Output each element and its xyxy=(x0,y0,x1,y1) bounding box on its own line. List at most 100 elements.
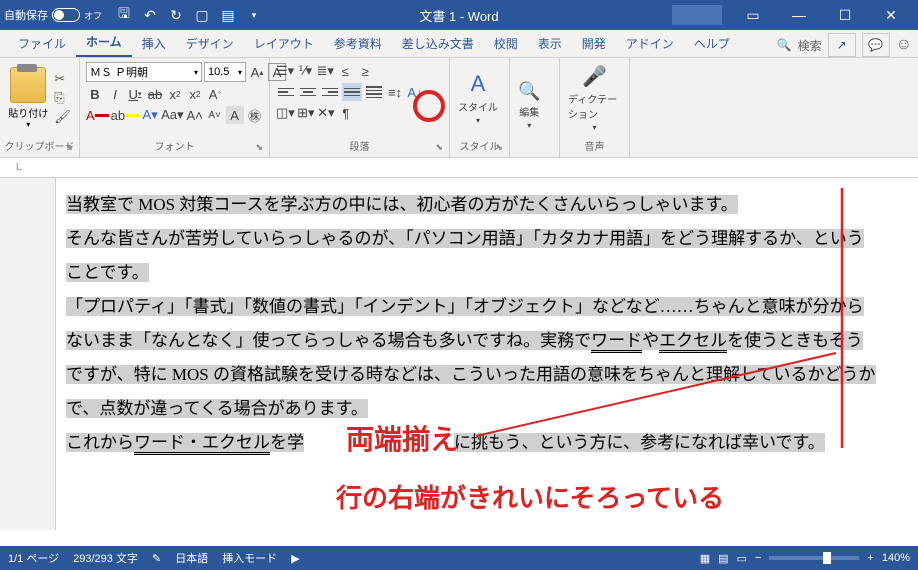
tab-layout[interactable]: レイアウト xyxy=(244,30,324,57)
phonetic-button[interactable]: A𝄐 xyxy=(206,85,224,103)
increase-indent-button[interactable]: ≥ xyxy=(356,62,374,80)
tab-design[interactable]: デザイン xyxy=(176,30,244,57)
zoom-level[interactable]: 140% xyxy=(882,552,910,564)
align-center-button[interactable] xyxy=(298,83,318,101)
paste-dropdown[interactable]: ▾ xyxy=(26,120,30,129)
bold-button[interactable]: B xyxy=(86,85,104,103)
decrease-indent-button[interactable]: ≤ xyxy=(336,62,354,80)
font-color-button[interactable]: A xyxy=(86,106,109,124)
dialog-launcher-icon[interactable]: ⬊ xyxy=(435,142,443,153)
spell-check-icon[interactable]: ✎ xyxy=(152,552,161,565)
paste-button[interactable]: 貼り付け xyxy=(8,105,48,120)
zoom-slider[interactable] xyxy=(769,556,859,560)
distribute-button[interactable] xyxy=(364,83,384,101)
shrink-font2-button[interactable]: A˅ xyxy=(206,106,224,124)
subscript-button[interactable]: x2 xyxy=(166,85,184,103)
borders-button[interactable]: ⊞▾ xyxy=(297,104,315,122)
underline-button[interactable]: U▾ xyxy=(126,85,144,103)
doc-text[interactable]: に挑もう、という方に、参考になれば幸いです。 xyxy=(454,433,825,452)
qat-button-2[interactable]: ▤ xyxy=(216,3,240,27)
align-left-button[interactable] xyxy=(276,83,296,101)
grow-font-button[interactable]: A▴ xyxy=(248,63,266,81)
macro-icon[interactable]: ▶ xyxy=(291,552,299,565)
tab-addins[interactable]: アドイン xyxy=(616,30,684,57)
minimize-button[interactable]: — xyxy=(776,0,822,30)
char-shading-button[interactable]: A xyxy=(226,106,244,124)
doc-text[interactable]: を学 xyxy=(270,433,304,452)
tab-view[interactable]: 表示 xyxy=(528,30,572,57)
bullets-button[interactable]: ☰▾ xyxy=(276,62,294,80)
share-button[interactable]: ↗ xyxy=(828,33,856,57)
dialog-launcher-icon[interactable]: ⬊ xyxy=(495,142,503,153)
doc-text[interactable]: これから xyxy=(66,433,134,452)
tab-insert[interactable]: 挿入 xyxy=(132,30,176,57)
page-status[interactable]: 1/1 ページ xyxy=(8,550,59,566)
sort-button[interactable]: A↓ xyxy=(406,83,424,101)
multilevel-button[interactable]: ≣▾ xyxy=(316,62,334,80)
smiley-icon[interactable]: ☺ xyxy=(896,36,912,54)
search-label[interactable]: 検索 xyxy=(798,37,822,54)
text-effects-button[interactable]: A▾ xyxy=(141,106,159,124)
tab-file[interactable]: ファイル xyxy=(8,30,76,57)
justify-button[interactable] xyxy=(342,83,362,101)
close-button[interactable]: ✕ xyxy=(868,0,914,30)
view-read-button[interactable]: ▤ xyxy=(718,552,728,565)
dialog-launcher-icon[interactable]: ⬊ xyxy=(65,142,73,153)
language-status[interactable]: 日本語 xyxy=(175,550,208,566)
numbering-button[interactable]: ⅟▾ xyxy=(296,62,314,80)
doc-text-link[interactable]: ワード xyxy=(591,331,642,353)
page[interactable]: 当教室で MOS 対策コースを学ぶ方の中には、初心者の方がたくさんいらっしゃいま… xyxy=(56,178,918,530)
qat-button-1[interactable]: ▢ xyxy=(190,3,214,27)
undo-button[interactable]: ↶ xyxy=(138,3,162,27)
ruler[interactable]: L xyxy=(0,158,918,178)
qat-more-button[interactable]: ▾ xyxy=(242,3,266,27)
dialog-launcher-icon[interactable]: ⬊ xyxy=(255,142,263,153)
copy-button[interactable]: ⎘ xyxy=(54,90,71,106)
format-painter-button[interactable]: 🖌 xyxy=(54,109,71,125)
tab-help[interactable]: ヘルプ xyxy=(684,30,740,57)
change-case-button[interactable]: Aa▾ xyxy=(161,106,183,124)
asian-layout-button[interactable]: ✕▾ xyxy=(317,104,335,122)
document-area[interactable]: 当教室で MOS 対策コースを学ぶ方の中には、初心者の方がたくさんいらっしゃいま… xyxy=(0,178,918,530)
superscript-button[interactable]: x2 xyxy=(186,85,204,103)
tab-references[interactable]: 参考資料 xyxy=(324,30,392,57)
view-web-button[interactable]: ▭ xyxy=(737,552,747,565)
insert-mode[interactable]: 挿入モード xyxy=(222,550,277,566)
maximize-button[interactable]: ☐ xyxy=(822,0,868,30)
doc-text-link[interactable]: ワード・エクセル xyxy=(134,433,270,455)
word-count[interactable]: 293/293 文字 xyxy=(73,550,138,566)
enclose-char-button[interactable]: ㊑ xyxy=(246,106,264,124)
show-marks-button[interactable]: ¶ xyxy=(337,104,355,122)
italic-button[interactable]: I xyxy=(106,85,124,103)
tab-mailmerge[interactable]: 差し込み文書 xyxy=(392,30,484,57)
cut-button[interactable]: ✂ xyxy=(54,71,71,87)
strikethrough-button[interactable]: ab xyxy=(146,85,164,103)
doc-text[interactable]: 当教室で MOS 対策コースを学ぶ方の中には、初心者の方がたくさんいらっしゃいま… xyxy=(66,195,738,214)
styles-button[interactable]: Aスタイル▾ xyxy=(454,67,502,129)
align-right-button[interactable] xyxy=(320,83,340,101)
line-spacing-button[interactable]: ≡↕ xyxy=(386,83,404,101)
font-size-select[interactable]: 10.5▾ xyxy=(204,62,246,82)
doc-text[interactable]: そんな皆さんが苦労していらっしゃるのが、「パソコン用語」「カタカナ用語」をどう理… xyxy=(66,229,864,282)
zoom-out-button[interactable]: − xyxy=(755,552,761,564)
highlight-button[interactable]: ab xyxy=(111,106,139,124)
tab-review[interactable]: 校閲 xyxy=(484,30,528,57)
view-print-button[interactable]: ▦ xyxy=(700,552,710,565)
tab-home[interactable]: ホーム xyxy=(76,28,132,57)
ribbon-options-button[interactable]: ▭ xyxy=(730,0,776,30)
shading-button[interactable]: ◫▾ xyxy=(276,104,295,122)
redo-button[interactable]: ↻ xyxy=(164,3,188,27)
autosave-label: 自動保存 xyxy=(4,7,48,23)
font-select[interactable]: ＭＳ Ｐ明朝▾ xyxy=(86,62,202,82)
edit-button[interactable]: 🔍編集▾ xyxy=(514,77,544,134)
autosave-toggle[interactable]: 自動保存 オフ xyxy=(4,7,102,23)
grow-font2-button[interactable]: A˄ xyxy=(186,106,204,124)
comments-button[interactable]: 💬 xyxy=(862,33,890,57)
dictation-button[interactable]: 🎤ディクテーション▾ xyxy=(564,60,625,136)
save-button[interactable]: 🖫 xyxy=(112,3,136,27)
doc-text-link[interactable]: エクセル xyxy=(659,331,727,353)
doc-text[interactable]: や xyxy=(642,331,659,350)
user-account[interactable] xyxy=(672,5,722,25)
tab-developer[interactable]: 開発 xyxy=(572,30,616,57)
zoom-in-button[interactable]: + xyxy=(867,552,873,564)
